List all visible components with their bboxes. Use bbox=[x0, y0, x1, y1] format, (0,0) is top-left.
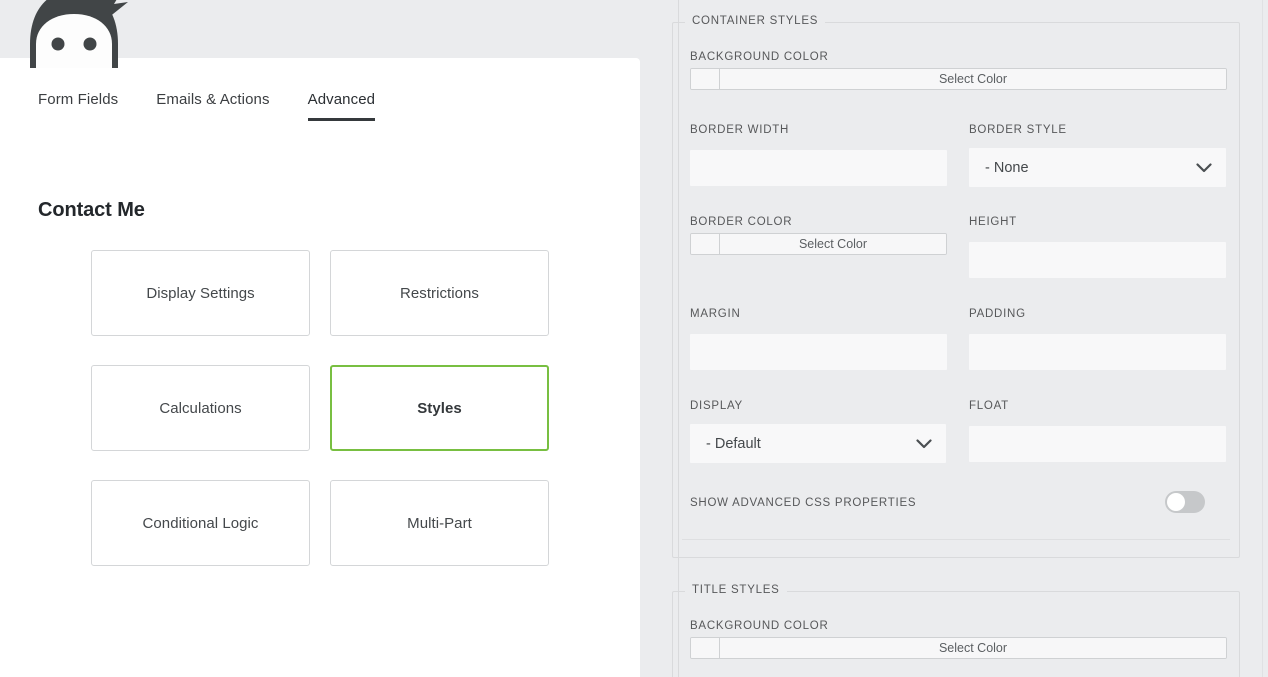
setting-card-restrictions[interactable]: Restrictions bbox=[330, 250, 549, 336]
display-select[interactable]: - Default bbox=[690, 424, 946, 463]
styles-settings-scroll[interactable]: Container Styles Background Color Select… bbox=[690, 0, 1250, 677]
container-background-color-label: Background Color bbox=[690, 51, 829, 63]
setting-card-multi-part[interactable]: Multi-Part bbox=[330, 480, 549, 566]
margin-label: Margin bbox=[690, 308, 741, 320]
border-width-input[interactable] bbox=[690, 150, 947, 186]
border-color-picker[interactable]: Select Color bbox=[690, 233, 947, 255]
border-style-value: - None bbox=[985, 160, 1029, 176]
ninja-forms-logo bbox=[22, 0, 128, 68]
tab-advanced[interactable]: Advanced bbox=[308, 91, 376, 121]
setting-card-calculations[interactable]: Calculations bbox=[91, 365, 310, 451]
section-separator bbox=[682, 539, 1230, 540]
container-styles-fieldset: Container Styles bbox=[672, 22, 1240, 558]
border-width-label: Border Width bbox=[690, 124, 789, 136]
panel-divider-right bbox=[1262, 0, 1263, 677]
advanced-css-toggle-row: Show Advanced CSS Properties bbox=[690, 489, 1227, 517]
toggle-knob bbox=[1167, 493, 1185, 511]
padding-input[interactable] bbox=[969, 334, 1226, 370]
border-style-label: Border Style bbox=[969, 124, 1067, 136]
select-color-button[interactable]: Select Color bbox=[720, 638, 1226, 658]
select-color-button[interactable]: Select Color bbox=[720, 69, 1226, 89]
title-styles-fieldset: Title Styles bbox=[672, 591, 1240, 677]
setting-card-label: Display Settings bbox=[146, 285, 254, 302]
advanced-settings-grid: Display Settings Restrictions Calculatio… bbox=[91, 250, 549, 566]
setting-card-display-settings[interactable]: Display Settings bbox=[91, 250, 310, 336]
setting-card-conditional-logic[interactable]: Conditional Logic bbox=[91, 480, 310, 566]
color-swatch[interactable] bbox=[691, 69, 720, 89]
title-background-color-label: Background Color bbox=[690, 620, 829, 632]
color-swatch[interactable] bbox=[691, 638, 720, 658]
advanced-css-label: Show Advanced CSS Properties bbox=[690, 497, 916, 509]
panel-divider-left bbox=[678, 0, 679, 677]
border-color-label: Border Color bbox=[690, 216, 792, 228]
form-builder-panel: Form Fields Emails & Actions Advanced Co… bbox=[0, 58, 640, 677]
container-styles-legend: Container Styles bbox=[685, 15, 825, 27]
border-style-select[interactable]: - None bbox=[969, 148, 1226, 187]
float-label: Float bbox=[969, 400, 1009, 412]
tab-form-fields[interactable]: Form Fields bbox=[38, 91, 118, 121]
container-background-color-picker[interactable]: Select Color bbox=[690, 68, 1227, 90]
setting-card-label: Restrictions bbox=[400, 285, 479, 302]
height-input[interactable] bbox=[969, 242, 1226, 278]
chevron-down-icon bbox=[916, 439, 932, 449]
display-label: Display bbox=[690, 400, 743, 412]
color-swatch[interactable] bbox=[691, 234, 720, 254]
setting-card-label: Conditional Logic bbox=[143, 515, 259, 532]
padding-label: Padding bbox=[969, 308, 1026, 320]
builder-tabs: Form Fields Emails & Actions Advanced bbox=[38, 91, 375, 121]
float-input[interactable] bbox=[969, 426, 1226, 462]
title-styles-legend: Title Styles bbox=[685, 584, 787, 596]
title-background-color-picker[interactable]: Select Color bbox=[690, 637, 1227, 659]
app-root: Form Fields Emails & Actions Advanced Co… bbox=[0, 0, 1268, 677]
setting-card-label: Multi-Part bbox=[407, 515, 472, 532]
advanced-css-toggle[interactable] bbox=[1165, 491, 1205, 513]
height-label: Height bbox=[969, 216, 1017, 228]
select-color-button[interactable]: Select Color bbox=[720, 234, 946, 254]
margin-input[interactable] bbox=[690, 334, 947, 370]
setting-card-label: Styles bbox=[417, 400, 462, 417]
display-value: - Default bbox=[706, 436, 761, 452]
tab-emails-actions[interactable]: Emails & Actions bbox=[156, 91, 269, 121]
setting-card-label: Calculations bbox=[159, 400, 241, 417]
chevron-down-icon bbox=[1196, 163, 1212, 173]
setting-card-styles[interactable]: Styles bbox=[330, 365, 549, 451]
page-title: Contact Me bbox=[38, 199, 145, 222]
